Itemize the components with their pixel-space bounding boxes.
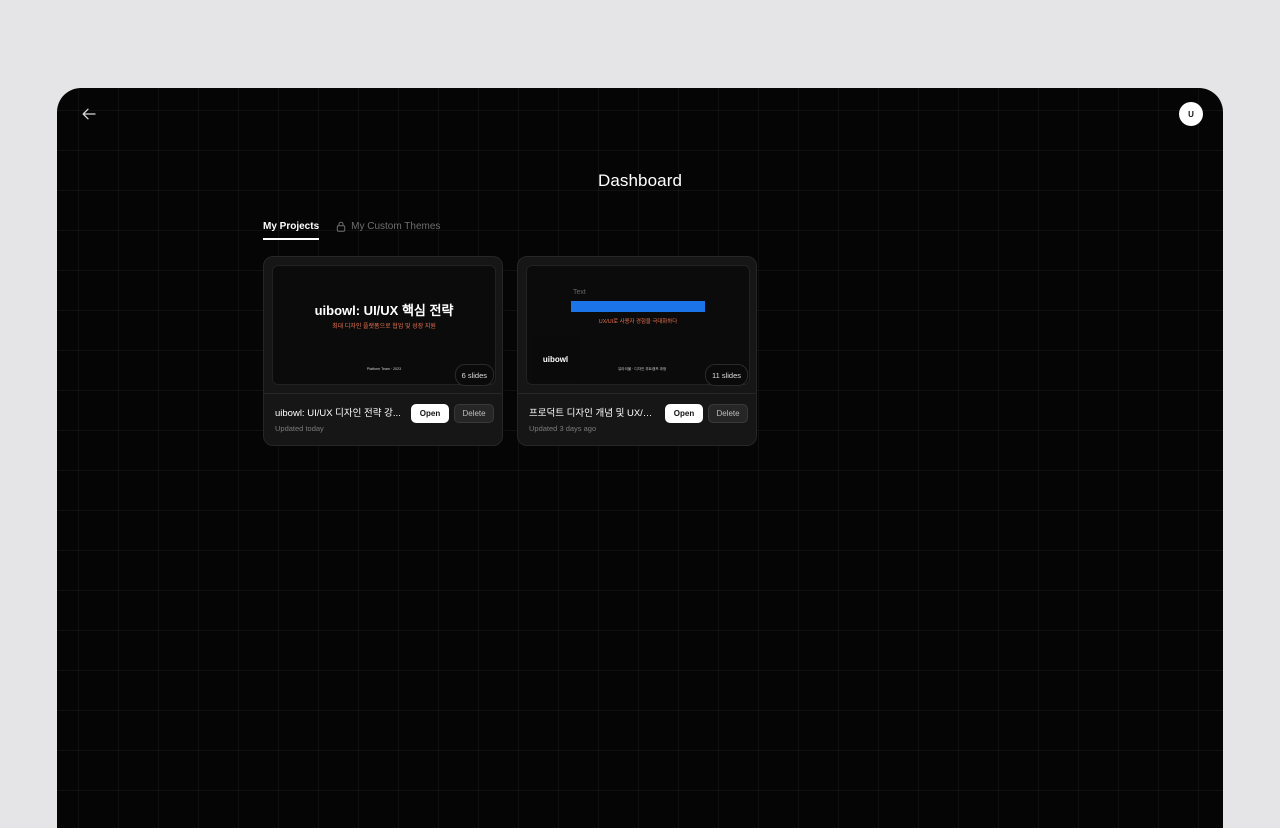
slide-count-badge: 11 slides bbox=[704, 364, 748, 386]
delete-button[interactable]: Delete bbox=[454, 404, 494, 423]
project-title: 프로덕트 디자인 개념 및 UX/UI... bbox=[529, 408, 657, 419]
app-window: U Dashboard My Projects My Custom Themes… bbox=[57, 88, 1223, 828]
lock-icon bbox=[336, 221, 346, 232]
thumbnail-label: Text bbox=[573, 289, 586, 296]
tab-my-custom-themes[interactable]: My Custom Themes bbox=[336, 221, 440, 240]
delete-button[interactable]: Delete bbox=[708, 404, 748, 423]
tab-label: My Custom Themes bbox=[351, 221, 441, 232]
project-card[interactable]: Text UX/UI로 사용자 경험을 극대화하다 uibowl 유아이볼 · … bbox=[517, 256, 757, 446]
tab-my-projects[interactable]: My Projects bbox=[263, 221, 320, 240]
project-updated: Updated 3 days ago bbox=[529, 424, 597, 433]
avatar-initial: U bbox=[1188, 109, 1194, 119]
thumbnail-title: uibowl: UI/UX 핵심 전략 bbox=[314, 303, 454, 318]
tab-label: My Projects bbox=[263, 221, 320, 232]
open-button[interactable]: Open bbox=[665, 404, 703, 423]
back-button[interactable] bbox=[77, 104, 101, 124]
slide-count-badge: 6 slides bbox=[454, 364, 494, 386]
arrow-left-icon bbox=[82, 108, 96, 120]
project-title: uibowl: UI/UX 디자인 전략 강... bbox=[275, 408, 401, 419]
tab-bar: My Projects My Custom Themes bbox=[263, 221, 440, 240]
project-thumbnail-area: Text UX/UI로 사용자 경험을 극대화하다 uibowl 유아이볼 · … bbox=[518, 257, 756, 394]
thumbnail-logo: uibowl bbox=[532, 336, 579, 382]
thumbnail-subtitle: UX/UI로 사용자 경험을 극대화하다 bbox=[598, 319, 678, 325]
project-grid: uibowl: UI/UX 핵심 전략 최대 디자인 플랫폼으로 협업 및 성장… bbox=[263, 256, 757, 446]
page-title: Dashboard bbox=[597, 171, 683, 190]
thumbnail-logo-text: uibowl bbox=[542, 354, 569, 364]
avatar[interactable]: U bbox=[1179, 102, 1203, 126]
project-card[interactable]: uibowl: UI/UX 핵심 전략 최대 디자인 플랫폼으로 협업 및 성장… bbox=[263, 256, 503, 446]
open-button[interactable]: Open bbox=[411, 404, 449, 423]
project-thumbnail-area: uibowl: UI/UX 핵심 전략 최대 디자인 플랫폼으로 협업 및 성장… bbox=[264, 257, 502, 394]
thumbnail-title-bar bbox=[571, 301, 705, 312]
thumbnail-footer: 유아이볼 · 디자인 부트캠프 과정 bbox=[618, 367, 667, 371]
project-updated: Updated today bbox=[275, 424, 324, 433]
thumbnail-subtitle: 최대 디자인 플랫폼으로 협업 및 성장 지원 bbox=[332, 324, 436, 330]
